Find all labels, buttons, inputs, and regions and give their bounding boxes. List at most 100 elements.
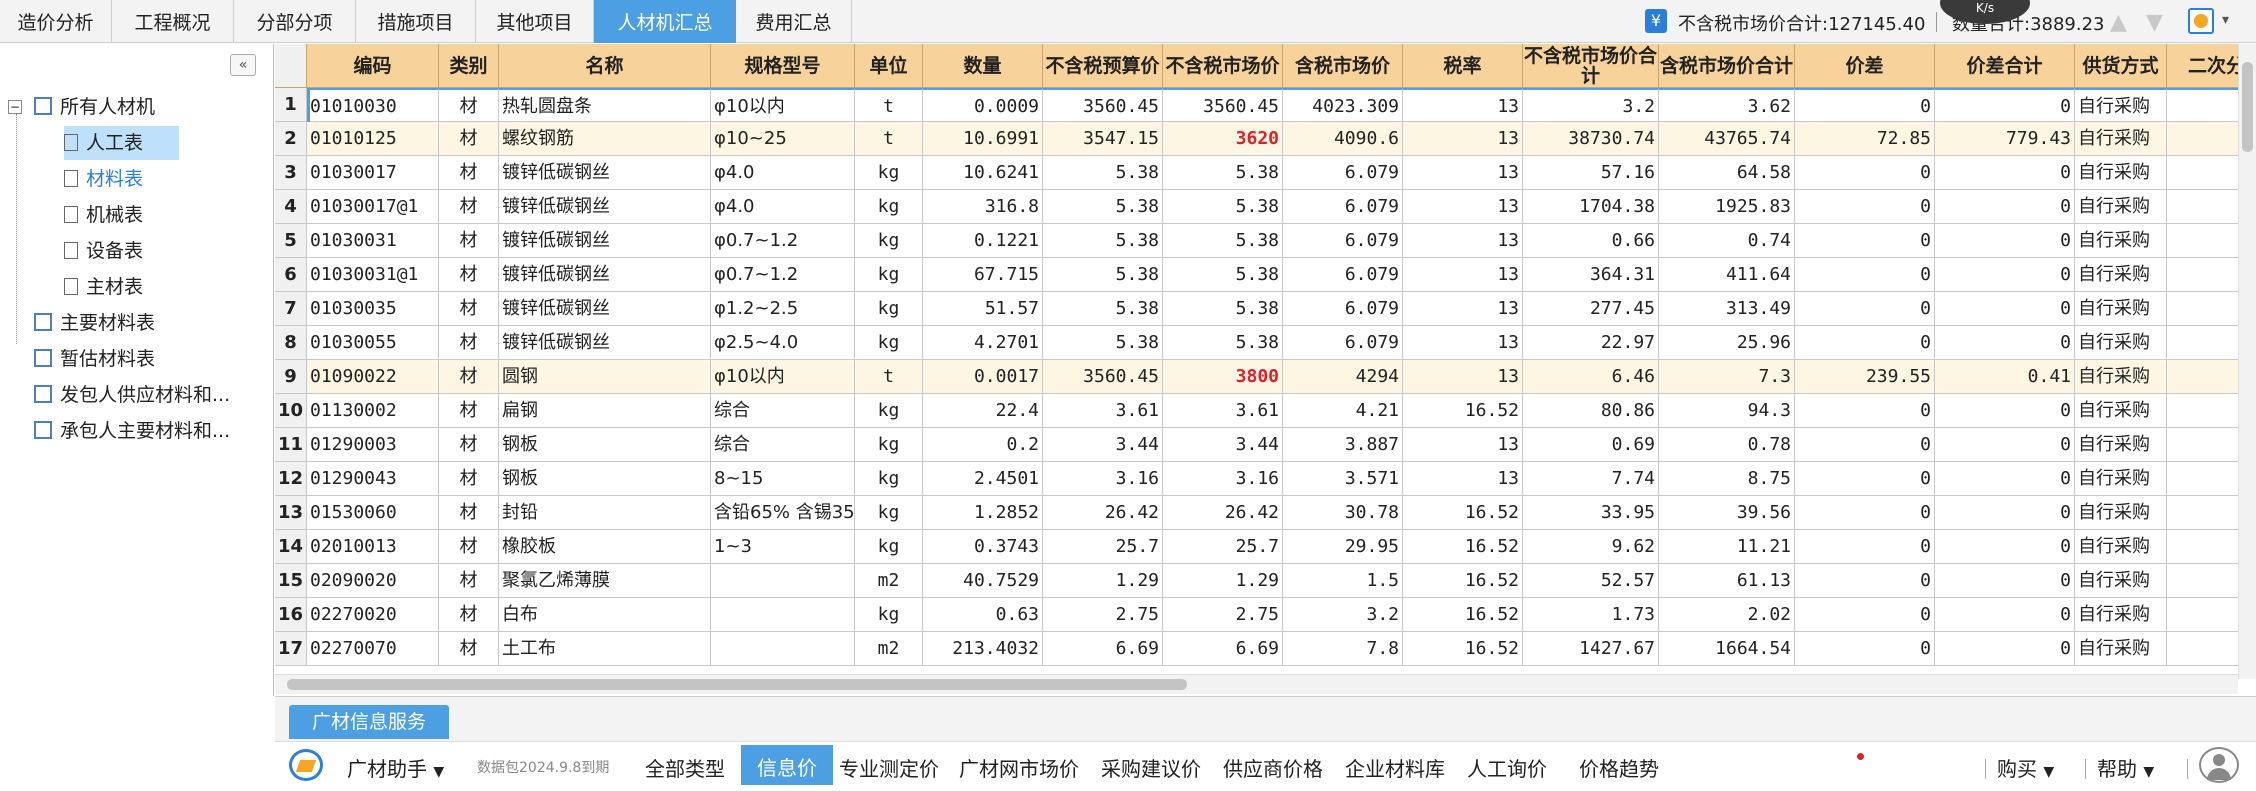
table-cell[interactable]: 5.38 xyxy=(1163,258,1283,292)
table-cell[interactable]: 自行采购 xyxy=(2075,394,2167,428)
table-cell[interactable]: 3.44 xyxy=(1043,428,1163,462)
table-cell[interactable]: 02010013 xyxy=(307,530,439,564)
table-cell[interactable]: kg xyxy=(855,326,923,360)
table-cell[interactable]: 13 xyxy=(1403,88,1523,122)
table-cell[interactable]: kg xyxy=(855,496,923,530)
table-cell[interactable]: 6.079 xyxy=(1283,292,1403,326)
table-cell[interactable]: 6.69 xyxy=(1043,632,1163,666)
table-cell[interactable]: 02090020 xyxy=(307,564,439,598)
table-cell[interactable]: 5.38 xyxy=(1163,190,1283,224)
column-header[interactable]: 不含税市场价合计 xyxy=(1523,44,1659,88)
table-cell[interactable]: 3.16 xyxy=(1043,462,1163,496)
column-header[interactable]: 税率 xyxy=(1403,44,1523,88)
table-cell[interactable]: 239.55 xyxy=(1795,360,1935,394)
column-header[interactable]: 含税市场价 xyxy=(1283,44,1403,88)
table-cell[interactable]: 43765.74 xyxy=(1659,122,1795,156)
tree-item-materials[interactable]: 材料表 xyxy=(64,162,143,196)
table-cell[interactable]: 0.78 xyxy=(1659,428,1795,462)
table-cell[interactable]: φ1.2~2.5 xyxy=(711,292,855,326)
row-number[interactable]: 11 xyxy=(275,428,307,462)
table-cell[interactable]: φ10以内 xyxy=(711,88,855,122)
table-cell[interactable]: kg xyxy=(855,428,923,462)
table-cell[interactable]: 材 xyxy=(439,632,499,666)
table-cell[interactable]: 钢板 xyxy=(499,428,711,462)
tab-other-items[interactable]: 其他项目 xyxy=(476,0,594,43)
table-cell[interactable]: 自行采购 xyxy=(2075,462,2167,496)
table-cell[interactable]: 材 xyxy=(439,122,499,156)
table-cell[interactable]: 01530060 xyxy=(307,496,439,530)
table-cell[interactable]: 5.38 xyxy=(1163,224,1283,258)
table-cell[interactable]: 0 xyxy=(1935,564,2075,598)
column-header[interactable]: 单位 xyxy=(855,44,923,88)
table-cell[interactable]: 61.13 xyxy=(1659,564,1795,598)
table-cell[interactable]: 6.69 xyxy=(1163,632,1283,666)
table-cell[interactable]: 01030031 xyxy=(307,224,439,258)
table-cell[interactable]: 钢板 xyxy=(499,462,711,496)
assistant-dropdown[interactable]: 广材助手 ▼ xyxy=(347,753,444,782)
table-cell[interactable]: 25.96 xyxy=(1659,326,1795,360)
table-cell[interactable]: 8.75 xyxy=(1659,462,1795,496)
table-cell[interactable]: 3.61 xyxy=(1043,394,1163,428)
table-cell[interactable]: 自行采购 xyxy=(2075,156,2167,190)
column-header[interactable]: 数量 xyxy=(923,44,1043,88)
table-cell[interactable]: 2.75 xyxy=(1163,598,1283,632)
table-cell[interactable]: 材 xyxy=(439,88,499,122)
table-cell[interactable]: 411.64 xyxy=(1659,258,1795,292)
table-cell[interactable]: 1~3 xyxy=(711,530,855,564)
column-header[interactable]: 价差 xyxy=(1795,44,1935,88)
table-cell[interactable]: 3.571 xyxy=(1283,462,1403,496)
table-cell[interactable]: 材 xyxy=(439,292,499,326)
table-cell[interactable]: 01290003 xyxy=(307,428,439,462)
table-cell[interactable]: 材 xyxy=(439,156,499,190)
table-cell[interactable]: kg xyxy=(855,292,923,326)
arrow-down-icon[interactable]: ▼ xyxy=(2146,10,2163,35)
tab-divisional-items[interactable]: 分部分项 xyxy=(234,0,356,43)
table-cell[interactable]: 热轧圆盘条 xyxy=(499,88,711,122)
table-cell[interactable]: 3560.45 xyxy=(1043,88,1163,122)
table-cell[interactable]: 13 xyxy=(1403,122,1523,156)
table-cell[interactable]: 材 xyxy=(439,462,499,496)
table-cell[interactable]: 13 xyxy=(1403,292,1523,326)
table-cell[interactable]: 01010030 xyxy=(307,88,439,122)
table-cell[interactable]: 3560.45 xyxy=(1163,88,1283,122)
table-cell[interactable]: 16.52 xyxy=(1403,598,1523,632)
yen-icon[interactable]: ¥ xyxy=(1645,9,1667,33)
table-cell[interactable]: 9.62 xyxy=(1523,530,1659,564)
table-cell[interactable]: m2 xyxy=(855,632,923,666)
table-cell[interactable]: 3547.15 xyxy=(1043,122,1163,156)
table-cell[interactable]: 镀锌低碳钢丝 xyxy=(499,156,711,190)
table-cell[interactable]: 0.0009 xyxy=(923,88,1043,122)
table-cell[interactable]: 5.38 xyxy=(1163,292,1283,326)
column-header[interactable]: 不含税预算价 xyxy=(1043,44,1163,88)
table-cell[interactable]: 7.74 xyxy=(1523,462,1659,496)
table-cell[interactable]: 5.38 xyxy=(1163,156,1283,190)
table-cell[interactable]: 16.52 xyxy=(1403,564,1523,598)
table-cell[interactable]: 综合 xyxy=(711,394,855,428)
table-cell[interactable]: 6.46 xyxy=(1523,360,1659,394)
row-number[interactable]: 14 xyxy=(275,530,307,564)
horizontal-scrollbar[interactable] xyxy=(275,674,2238,694)
table-cell[interactable]: t xyxy=(855,88,923,122)
table-cell[interactable]: 材 xyxy=(439,530,499,564)
table-cell[interactable]: 02270070 xyxy=(307,632,439,666)
table-cell[interactable]: 80.86 xyxy=(1523,394,1659,428)
table-cell[interactable]: 13 xyxy=(1403,462,1523,496)
chevron-down-icon[interactable]: ▾ xyxy=(2222,12,2229,28)
table-cell[interactable]: 01130002 xyxy=(307,394,439,428)
table-cell[interactable]: 0 xyxy=(1935,258,2075,292)
table-cell[interactable]: 0 xyxy=(1795,326,1935,360)
table-cell[interactable]: 4294 xyxy=(1283,360,1403,394)
table-cell[interactable]: 0 xyxy=(1935,88,2075,122)
table-cell[interactable]: 综合 xyxy=(711,428,855,462)
table-cell[interactable]: kg xyxy=(855,462,923,496)
table-cell[interactable]: 3620 xyxy=(1163,122,1283,156)
table-cell[interactable]: 自行采购 xyxy=(2075,428,2167,462)
table-cell[interactable]: 橡胶板 xyxy=(499,530,711,564)
table-cell[interactable]: 3.2 xyxy=(1523,88,1659,122)
table-cell[interactable]: 16.52 xyxy=(1403,530,1523,564)
info-nav-item[interactable]: 价格趋势 xyxy=(1579,753,1659,782)
table-cell[interactable]: 13 xyxy=(1403,258,1523,292)
table-cell[interactable]: 4.2701 xyxy=(923,326,1043,360)
table-cell[interactable]: 材 xyxy=(439,394,499,428)
table-cell[interactable]: 364.31 xyxy=(1523,258,1659,292)
